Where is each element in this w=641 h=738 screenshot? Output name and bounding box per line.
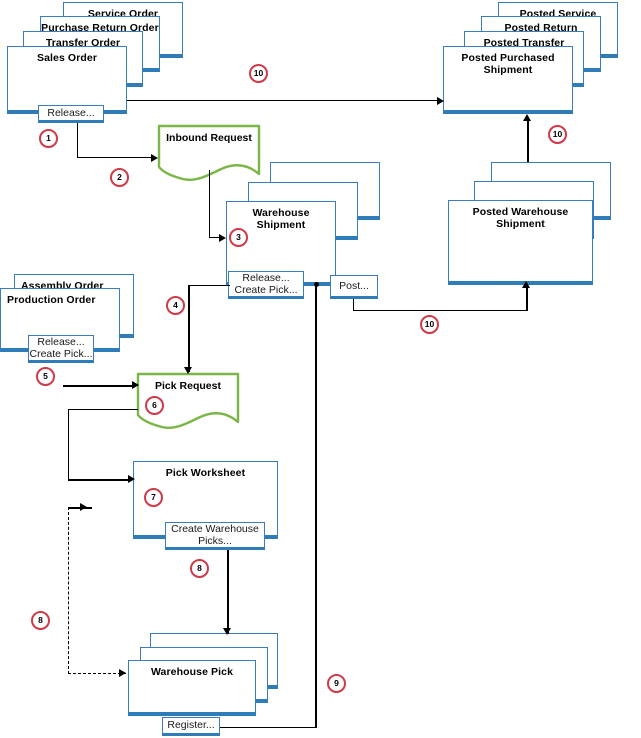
connector-create-picks-to-warehouse-pick (227, 550, 230, 634)
warehouse-shipment-post-button[interactable]: Post... (330, 275, 378, 299)
connector-ws-createpick-down (188, 285, 191, 372)
production-release-label: Release... (37, 335, 85, 348)
connector-production-to-pick-request (63, 385, 135, 388)
create-warehouse-picks-line2: Picks... (198, 535, 232, 547)
inbound-request-label: Inbound Request (166, 132, 252, 144)
posted-warehouse-shipment-label: Posted Warehouse Shipment (472, 206, 569, 230)
marker-10-bottom: 10 (420, 315, 439, 334)
warehouse-shipment-create-pick-label: Create Pick... (234, 284, 298, 296)
warehouse-shipment-release-label: Release... (242, 271, 290, 284)
marker-3: 3 (229, 228, 248, 247)
connector-release-down (77, 123, 79, 158)
arrowhead-release-to-inbound (151, 154, 158, 162)
marker-10-right: 10 (548, 125, 567, 144)
connector-bus-to-pick-worksheet (68, 479, 131, 482)
connector-release-to-inbound (77, 157, 153, 159)
marker-1: 1 (39, 129, 58, 148)
marker-8-create-picks: 8 (190, 559, 209, 578)
pick-request-label: Pick Request (155, 380, 221, 392)
production-create-pick-label: Create Pick... (29, 348, 93, 360)
create-warehouse-picks-button[interactable]: Create Warehouse Picks... (165, 522, 265, 550)
arrowhead-post-to-posted-wh (522, 281, 530, 288)
posted-card-purchased[interactable]: Posted Purchased Shipment (443, 46, 573, 114)
connector-post-up-to-posted-wh (526, 287, 529, 311)
order-card-sales[interactable]: Sales Order (7, 46, 127, 114)
pick-worksheet-label: Pick Worksheet (165, 467, 246, 479)
arrowhead-bus-branch-stub (80, 503, 87, 511)
posted-card-purchased-label: Posted Purchased Shipment (461, 52, 555, 76)
connector-dashed-right-to-warehouse-pick (68, 673, 126, 674)
warehouse-pick-register-button[interactable]: Register... (162, 717, 220, 736)
connector-pick-request-left (68, 409, 138, 411)
workflow-diagram: Service Order Purchase Return Order Tran… (0, 0, 641, 738)
marker-7: 7 (144, 488, 163, 507)
connector-dashed-down-to-warehouse-pick (68, 507, 69, 674)
arrowhead-ws-createpick-to-pick-request (184, 367, 192, 374)
arrowhead-dashed-to-warehouse-pick (119, 669, 126, 677)
connector-inbound-down (209, 170, 211, 238)
connector-posted-wh-to-posted-purchased (527, 120, 530, 162)
arrowhead-bus-to-pick-worksheet (128, 475, 135, 483)
production-card-production-label: Production Order (7, 294, 96, 306)
arrowhead-inbound-to-warehouse-shipment (219, 234, 226, 242)
arrowhead-order-to-posted-shipment (437, 97, 444, 105)
arrowhead-posted-wh-to-posted-purchased (523, 114, 531, 121)
connector-order-to-posted-shipment (127, 100, 438, 102)
arrowhead-production-to-pick-request (132, 381, 139, 389)
marker-9: 9 (327, 674, 346, 693)
arrowhead-create-picks-to-warehouse-pick (223, 628, 231, 635)
connector-post-right (353, 310, 527, 312)
connector-junction-dot-warehouse-shipment (314, 282, 319, 287)
warehouse-shipment-release-create-pick-button[interactable]: Release... Create Pick... (228, 271, 304, 299)
connector-register-right (220, 727, 317, 729)
connector-pick-request-bus-down (68, 409, 70, 481)
marker-2: 2 (110, 168, 129, 187)
marker-6: 6 (145, 396, 164, 415)
posted-warehouse-shipment-card-1[interactable]: Posted Warehouse Shipment (448, 200, 593, 285)
production-release-create-pick-button[interactable]: Release... Create Pick... (28, 335, 94, 363)
warehouse-pick-label: Warehouse Pick (150, 666, 234, 678)
connector-register-up-to-warehouse-shipment (315, 285, 318, 727)
order-release-button[interactable]: Release... (38, 105, 104, 123)
order-card-sales-label: Sales Order (36, 52, 98, 64)
warehouse-pick-card-1[interactable]: Warehouse Pick (128, 660, 256, 716)
marker-4: 4 (166, 296, 185, 315)
create-warehouse-picks-line1: Create Warehouse (171, 522, 259, 535)
connector-ws-createpick-left (188, 285, 230, 287)
marker-10-top: 10 (249, 64, 268, 83)
marker-8-dashed: 8 (31, 611, 50, 630)
warehouse-shipment-label: Warehouse Shipment (252, 207, 310, 231)
marker-5: 5 (36, 367, 55, 386)
